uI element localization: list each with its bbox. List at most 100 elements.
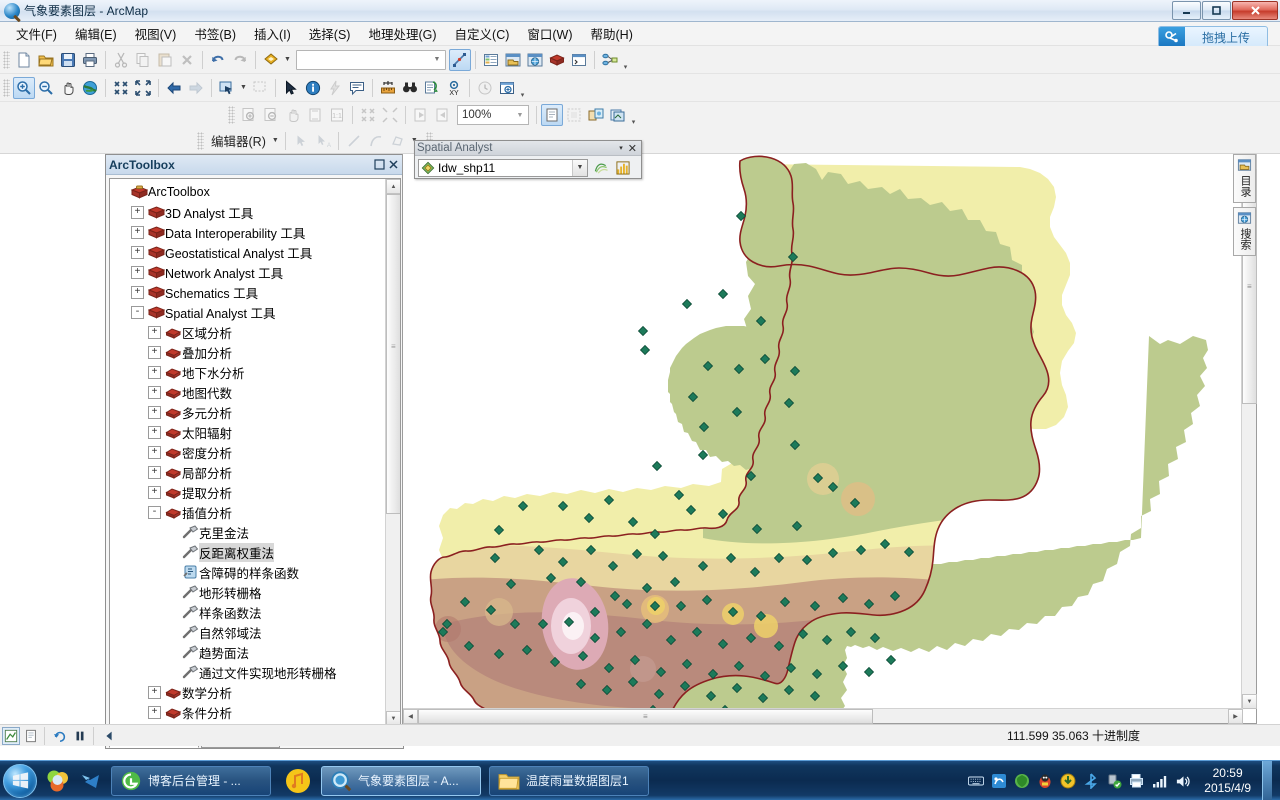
delete-button[interactable] <box>176 49 198 71</box>
tree-node[interactable]: +提取分析 <box>112 482 400 502</box>
map-view[interactable]: ▲ ≡ ▼ ◀ ≡ ▶ 目录 搜索 <box>402 154 1257 724</box>
cut-button[interactable] <box>110 49 132 71</box>
tree-node[interactable]: +Network Analyst 工具 <box>112 262 400 282</box>
arctoolbox-scrollbar[interactable]: ▲ ≡ ▼ <box>385 179 400 726</box>
tree-node[interactable]: +叠加分析 <box>112 342 400 362</box>
tree-node[interactable]: +区域分析 <box>112 322 400 342</box>
expand-icon[interactable]: + <box>148 466 161 479</box>
full-extent-button[interactable] <box>79 77 101 99</box>
toolbar-overflow-button[interactable]: ▾ <box>621 49 630 71</box>
tree-node[interactable]: +3D Analyst 工具 <box>112 202 400 222</box>
edit-tool-button[interactable] <box>290 130 312 152</box>
straight-segment-button[interactable] <box>343 130 365 152</box>
tree-node[interactable]: 通过文件实现地形转栅格 <box>112 662 400 682</box>
go-back-extent-button[interactable] <box>163 77 185 99</box>
tree-node[interactable]: 克里金法 <box>112 522 400 542</box>
editor-toolbar-toggle-button[interactable] <box>449 49 471 71</box>
layout-view-button[interactable] <box>22 727 40 745</box>
select-features-dropdown[interactable]: ▼ <box>238 77 249 99</box>
tree-node[interactable]: +多元分析 <box>112 402 400 422</box>
expand-icon[interactable]: + <box>148 486 161 499</box>
previous-extent-button[interactable] <box>100 727 118 745</box>
model-builder-button[interactable] <box>599 49 621 71</box>
histogram-button[interactable] <box>613 158 632 177</box>
close-button[interactable] <box>1232 1 1278 20</box>
qq-penguin-icon[interactable] <box>1037 773 1053 789</box>
select-elements-button[interactable] <box>280 77 302 99</box>
layout-full-extent-button[interactable] <box>304 104 326 126</box>
layout-back-button[interactable] <box>410 104 432 126</box>
toggle-draft-mode-button[interactable] <box>541 104 563 126</box>
pan-tool-button[interactable] <box>57 77 79 99</box>
zoom-in-tool-button[interactable] <box>13 77 35 99</box>
print-button[interactable] <box>79 49 101 71</box>
tree-node[interactable]: 含障碍的样条函数 <box>112 562 400 582</box>
expand-icon[interactable]: + <box>148 446 161 459</box>
collapse-icon[interactable]: - <box>148 506 161 519</box>
arctoolbox-window-button[interactable] <box>546 49 568 71</box>
map-scroll-right-arrow[interactable]: ▶ <box>1228 709 1243 724</box>
layout-one-to-one-button[interactable]: 1:1 <box>326 104 348 126</box>
tree-node[interactable]: +Geostatistical Analyst 工具 <box>112 242 400 262</box>
select-features-button[interactable] <box>216 77 238 99</box>
fixed-zoom-in-button[interactable] <box>110 77 132 99</box>
new-document-button[interactable] <box>13 49 35 71</box>
measure-button[interactable] <box>377 77 399 99</box>
tree-node[interactable]: +地下水分析 <box>112 362 400 382</box>
tree-node[interactable]: +太阳辐射 <box>112 422 400 442</box>
go-forward-extent-button[interactable] <box>185 77 207 99</box>
scale-combo[interactable]: ▼ <box>296 50 446 70</box>
editor-menu-dropdown[interactable]: ▼ <box>270 130 281 152</box>
expand-icon[interactable]: + <box>148 366 161 379</box>
collapse-icon[interactable]: - <box>131 306 144 319</box>
expand-icon[interactable]: + <box>131 246 144 259</box>
copy-button[interactable] <box>132 49 154 71</box>
identify-button[interactable] <box>302 77 324 99</box>
clear-selection-button[interactable] <box>249 77 271 99</box>
menu-window[interactable]: 窗口(W) <box>519 22 580 45</box>
toolbar-overflow-button[interactable]: ▾ <box>629 104 638 126</box>
save-document-button[interactable] <box>57 49 79 71</box>
arctoolbox-tree-container[interactable]: ArcToolbox+3D Analyst 工具+Data Interopera… <box>109 178 401 727</box>
layout-zoom-in-button[interactable] <box>238 104 260 126</box>
expand-icon[interactable]: + <box>131 286 144 299</box>
chevron-down-icon[interactable]: ▼ <box>572 160 587 176</box>
taskbar-clock[interactable]: 20:59 2015/4/9 <box>1204 766 1251 796</box>
usb-safe-remove-icon[interactable] <box>1106 773 1122 789</box>
find-route-button[interactable] <box>421 77 443 99</box>
change-layout-button[interactable] <box>585 104 607 126</box>
tree-node[interactable]: +条件分析 <box>112 702 400 722</box>
spatial-analyst-close-icon[interactable]: ✕ <box>626 142 639 155</box>
undo-button[interactable] <box>207 49 229 71</box>
menu-edit[interactable]: 编辑(E) <box>67 22 125 45</box>
open-document-button[interactable] <box>35 49 57 71</box>
data-driven-pages-button[interactable] <box>607 104 629 126</box>
go-to-xy-button[interactable]: XY <box>443 77 465 99</box>
toolbar-grip[interactable] <box>3 51 10 69</box>
fixed-zoom-out-button[interactable] <box>132 77 154 99</box>
tree-node[interactable]: +地图代数 <box>112 382 400 402</box>
menu-selection[interactable]: 选择(S) <box>301 22 359 45</box>
html-popup-button[interactable] <box>346 77 368 99</box>
tree-node[interactable]: 反距离权重法 <box>112 542 400 562</box>
auto-hide-icon[interactable] <box>372 158 386 172</box>
add-data-dropdown[interactable]: ▼ <box>282 49 293 71</box>
focus-data-frame-button[interactable] <box>563 104 585 126</box>
tree-node[interactable]: +局部分析 <box>112 462 400 482</box>
tree-node[interactable]: ArcToolbox <box>112 182 400 202</box>
expand-icon[interactable]: + <box>131 226 144 239</box>
find-button[interactable] <box>399 77 421 99</box>
expand-icon[interactable]: + <box>131 206 144 219</box>
toolbar-overflow-button[interactable]: ▾ <box>518 77 527 99</box>
menu-customize[interactable]: 自定义(C) <box>447 22 518 45</box>
expand-icon[interactable]: + <box>148 706 161 719</box>
expand-icon[interactable]: + <box>148 406 161 419</box>
tree-node[interactable]: -插值分析 <box>112 502 400 522</box>
drag-upload-widget[interactable]: 拖拽上传 <box>1158 26 1268 48</box>
show-desktop-button[interactable] <box>1262 761 1272 800</box>
add-data-button[interactable] <box>260 49 282 71</box>
layout-zoom-out-button[interactable] <box>260 104 282 126</box>
interpolate-contour-button[interactable] <box>591 158 610 177</box>
map-scroll-left-arrow[interactable]: ◀ <box>403 709 418 724</box>
start-button[interactable] <box>3 764 37 798</box>
